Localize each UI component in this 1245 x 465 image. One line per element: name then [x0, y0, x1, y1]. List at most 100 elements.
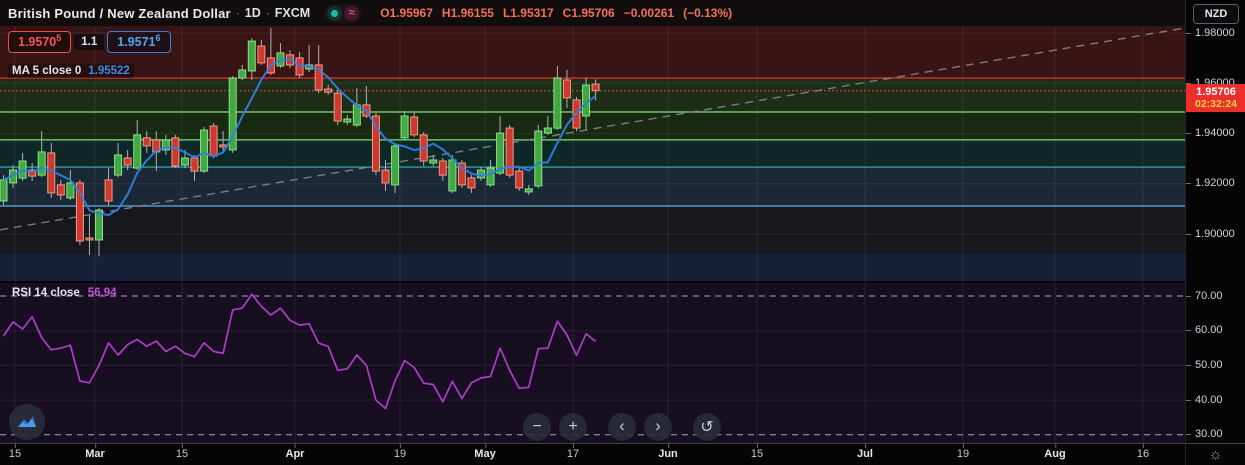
- time-axis-label: May: [474, 444, 496, 460]
- candle-down: [257, 45, 266, 64]
- price-zone: [0, 111, 1185, 140]
- header-separator: ·: [235, 6, 240, 20]
- rsi-tick-label: 60.00: [1186, 324, 1223, 337]
- time-axis-label: Aug: [1044, 444, 1066, 460]
- candle-up: [238, 69, 247, 79]
- axis-corner: ☼: [1185, 443, 1245, 465]
- cfd-symbol-icon: ≈: [344, 5, 360, 21]
- trade-panel: 1.9570 5 1.1 1.9571 6: [8, 31, 171, 53]
- area-chart-icon: [18, 416, 36, 427]
- exchange-label: FXCM: [274, 6, 311, 20]
- open-value: O1.95967: [380, 6, 433, 20]
- candle-down: [56, 184, 65, 196]
- candle-down: [142, 137, 151, 147]
- candle-up: [486, 167, 495, 186]
- last-price-value: 1.95706: [1196, 86, 1236, 98]
- time-axis-label: Mar: [85, 444, 105, 460]
- brightness-sun-icon: ☼: [1208, 446, 1223, 463]
- candle-up: [114, 154, 123, 176]
- rsi-tick-label: 50.00: [1186, 358, 1223, 371]
- ma-legend-value: 1.95522: [88, 65, 130, 77]
- candle-up: [0, 179, 8, 202]
- candle-up: [391, 145, 400, 186]
- candle-up: [133, 134, 142, 169]
- time-axis-label: 19: [393, 444, 407, 460]
- symbol-status-pill[interactable]: ≈: [324, 3, 363, 23]
- candle-down: [190, 157, 199, 172]
- candle-up: [524, 188, 533, 193]
- market-open-status-icon: [327, 5, 343, 21]
- currency-button[interactable]: NZD: [1193, 4, 1239, 24]
- candle-down: [171, 137, 180, 167]
- candle-down: [123, 157, 132, 166]
- price-axis[interactable]: NZD 1.98000 1.96000 1.94000 1.92000 1.90000 7…: [1185, 0, 1245, 443]
- price-tick-label: 1.90000: [1186, 227, 1235, 240]
- candle-up: [534, 130, 543, 187]
- pane-maximize-button[interactable]: [9, 404, 45, 440]
- time-axis-label: 15: [750, 444, 764, 460]
- ma-indicator-legend: MA 5 close 0 1.95522: [8, 64, 134, 78]
- candle-down: [324, 88, 333, 93]
- scroll-right-button[interactable]: ›: [644, 413, 672, 441]
- rsi-tick-label: 40.00: [1186, 393, 1223, 406]
- scroll-left-button[interactable]: ‹: [608, 413, 636, 441]
- candle-up: [37, 151, 46, 176]
- ma-legend-label[interactable]: MA 5 close 0: [12, 65, 81, 77]
- change-value: −0.00261: [623, 6, 675, 20]
- timeframe-selector[interactable]: 1D: [245, 6, 261, 20]
- candle-up: [200, 129, 209, 172]
- high-value: H1.96155: [441, 6, 494, 20]
- candle-up: [66, 182, 75, 199]
- candle-up: [400, 115, 409, 139]
- time-axis-label: 15: [175, 444, 189, 460]
- candle-down: [410, 116, 419, 136]
- candle-up: [343, 118, 352, 123]
- time-axis-label: 19: [956, 444, 970, 460]
- time-axis[interactable]: 15 Mar 15 Apr 19 May 17 Jun 15 Jul 19 Aug 16: [0, 443, 1185, 465]
- last-price-label: 1.95706 02:32:24: [1186, 84, 1245, 112]
- candle-down: [591, 83, 600, 92]
- price-zone: [0, 26, 1185, 79]
- candle-down: [47, 152, 56, 194]
- header-separator: ·: [265, 6, 270, 20]
- sell-button[interactable]: 1.9570 5: [8, 31, 72, 53]
- rsi-legend-value: 56.94: [87, 287, 117, 299]
- candle-down: [562, 79, 571, 99]
- chevron-left-icon: ‹: [619, 416, 625, 435]
- chart-canvas[interactable]: [0, 0, 1245, 465]
- theme-toggle-button[interactable]: ☼: [1209, 447, 1223, 462]
- minus-icon: −: [532, 418, 542, 435]
- plus-icon: +: [568, 418, 578, 435]
- zoom-in-button[interactable]: +: [559, 413, 587, 441]
- candle-countdown: 02:32:24: [1194, 98, 1238, 110]
- reset-chart-button[interactable]: ↺: [693, 413, 721, 441]
- chart-header: British Pound / New Zealand Dollar · 1D …: [0, 0, 1185, 26]
- low-value: L1.95317: [502, 6, 554, 20]
- rsi-tick-label: 30.00: [1186, 428, 1223, 441]
- candle-down: [85, 237, 94, 241]
- time-axis-label: Jun: [658, 444, 678, 460]
- candle-up: [553, 77, 562, 129]
- candle-up: [477, 169, 485, 179]
- symbol-title[interactable]: British Pound / New Zealand Dollar: [8, 6, 231, 21]
- candle-up: [180, 157, 189, 166]
- candle-up: [352, 104, 361, 126]
- candle-down: [438, 160, 447, 176]
- pane-separator: [0, 281, 1185, 283]
- price-zone: [0, 206, 1185, 255]
- time-axis-label: 17: [566, 444, 580, 460]
- time-axis-label: 15: [8, 444, 22, 460]
- candle-down: [515, 170, 524, 189]
- candle-down: [467, 177, 476, 189]
- chevron-right-icon: ›: [655, 416, 661, 435]
- price-tick-label: 1.92000: [1186, 177, 1235, 190]
- price-zone: [0, 167, 1185, 207]
- zoom-out-button[interactable]: −: [523, 413, 551, 441]
- candle-down: [209, 125, 218, 157]
- candle-up: [429, 159, 438, 164]
- buy-button[interactable]: 1.9571 6: [107, 31, 171, 53]
- candle-down: [381, 169, 390, 184]
- candle-up: [496, 132, 505, 174]
- rsi-legend-label[interactable]: RSI 14 close: [12, 287, 80, 299]
- trading-chart-app: British Pound / New Zealand Dollar · 1D …: [0, 0, 1245, 465]
